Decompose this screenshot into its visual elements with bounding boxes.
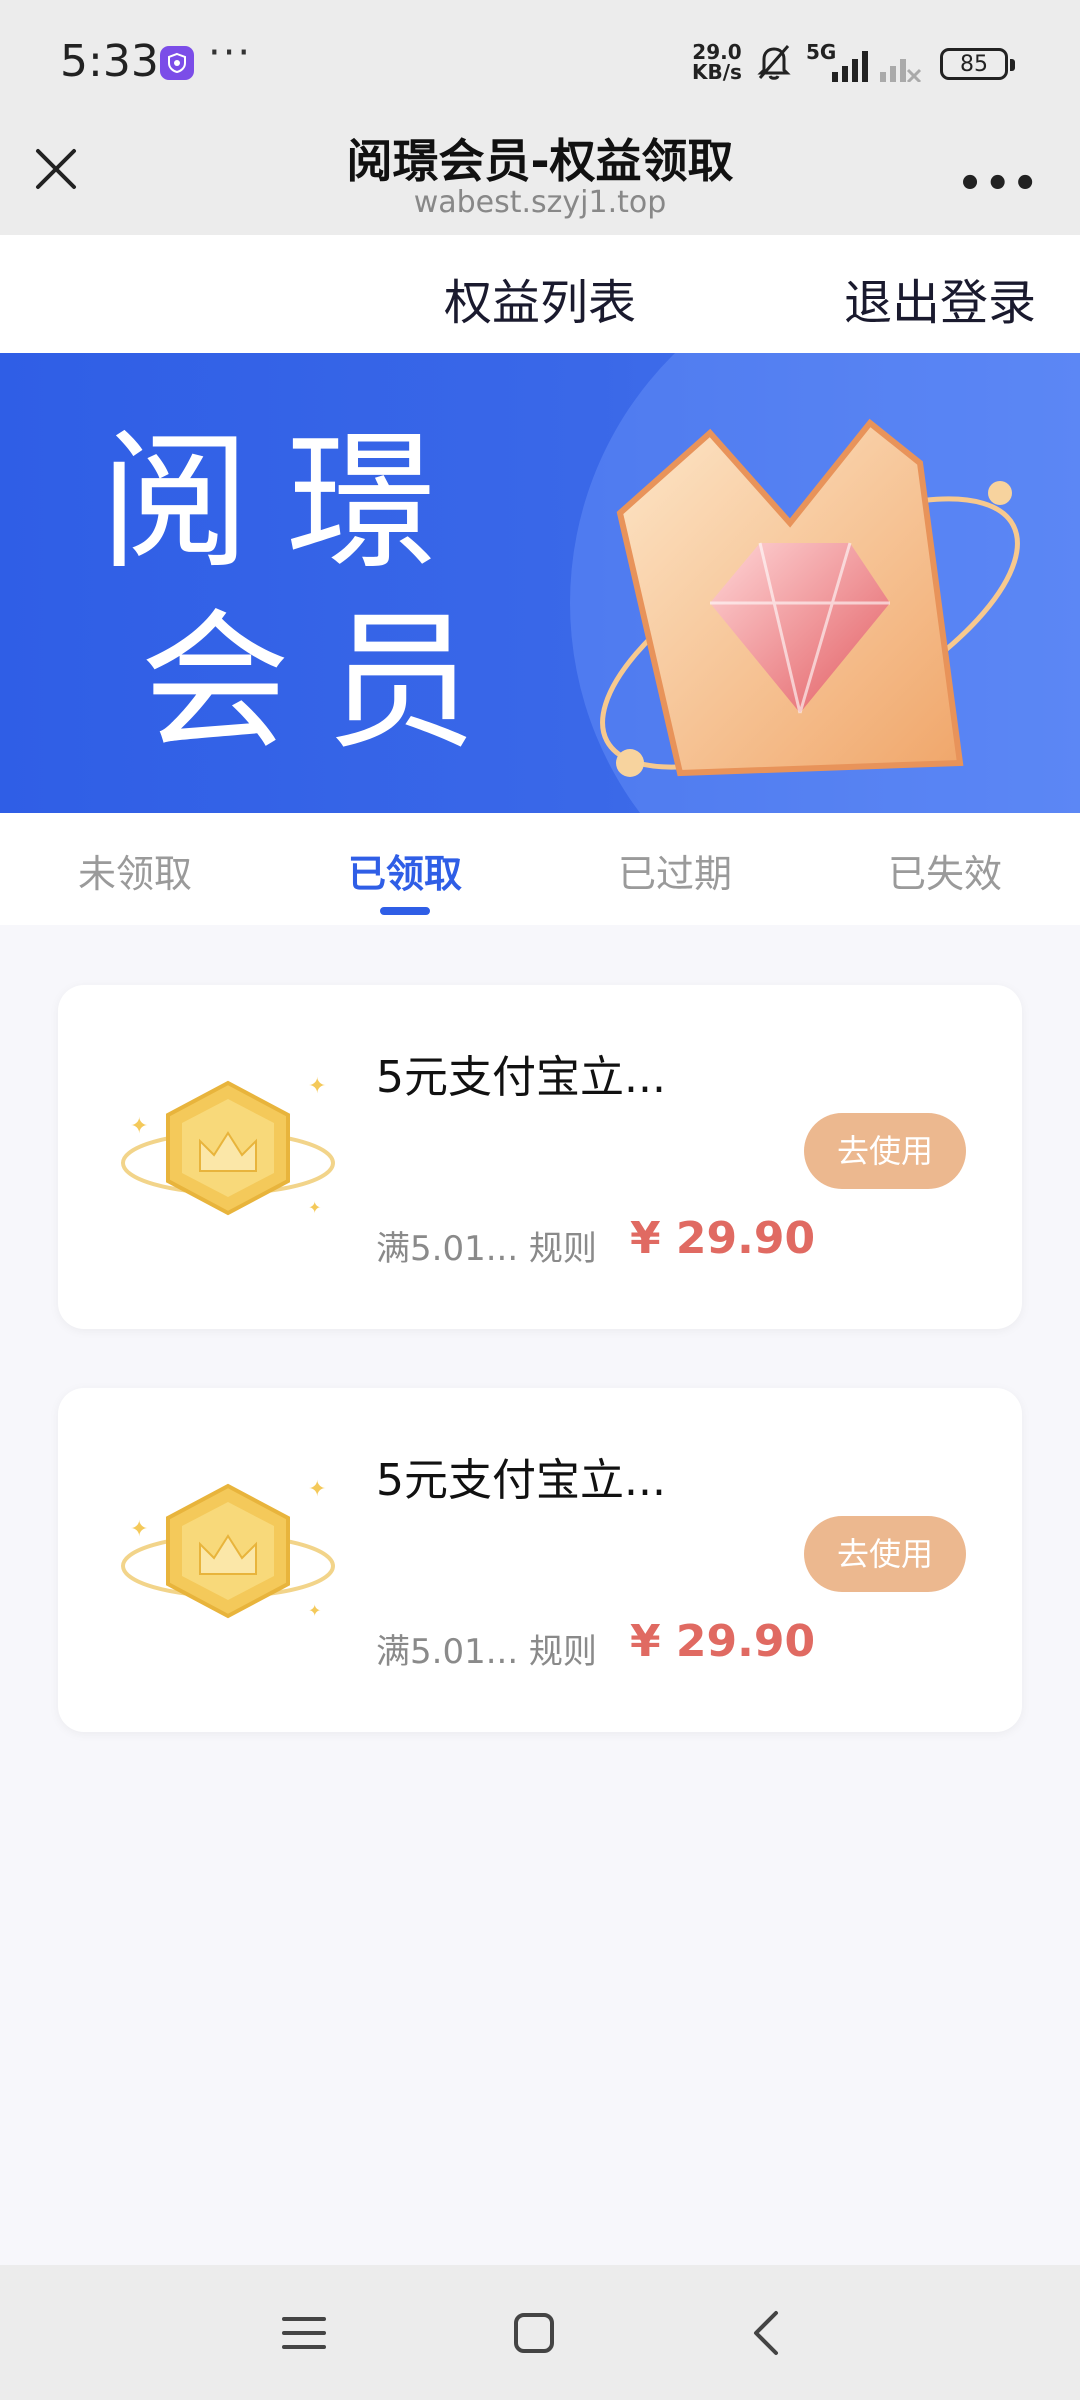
coupon-price: ¥ 29.90 (630, 1616, 816, 1667)
browser-title-bar: 阅璟会员-权益领取 wabest.szyj1.top ••• (0, 125, 1080, 235)
battery-icon: 85 (940, 48, 1015, 80)
logout-button[interactable]: 退出登录 (844, 263, 1036, 333)
banner-line-1: 阅璟 (100, 416, 473, 590)
svg-text:✦: ✦ (308, 1198, 321, 1217)
member-banner: 阅璟 会员 (0, 353, 1080, 813)
tab-claimed[interactable]: 已领取 (270, 813, 540, 925)
use-coupon-button[interactable]: 去使用 (804, 1516, 966, 1592)
crown-badge-icon: ✦ ✦ ✦ (121, 1074, 335, 1217)
banner-line-2: 会员 (140, 596, 513, 770)
tab-unclaimed[interactable]: 未领取 (0, 813, 270, 925)
benefits-list-link[interactable]: 权益列表 (444, 263, 636, 333)
tab-label: 已失效 (887, 852, 1002, 896)
coupon-card[interactable]: ✦ ✦ ✦ 5元支付宝立... 满5.01... 规则 ¥ 29.90 去使用 (58, 985, 1022, 1329)
crown-diamond-icon (600, 418, 1020, 777)
tab-label: 未领取 (77, 852, 192, 896)
battery-level: 85 (960, 51, 988, 77)
network-speed: 29.0 KB/s (692, 42, 742, 82)
speed-value: 29.0 (692, 40, 742, 64)
coupon-name: 5元支付宝立... (376, 1455, 666, 1506)
svg-text:✦: ✦ (130, 1114, 148, 1139)
signal-strength-icon (832, 51, 868, 82)
coupon-name: 5元支付宝立... (376, 1052, 666, 1103)
status-bar: 5:33 ··· 29.0 KB/s 5G 85 (0, 0, 1080, 125)
more-notifications-icon: ··· (208, 30, 253, 76)
svg-text:✦: ✦ (308, 1601, 321, 1620)
coupon-card[interactable]: ✦ ✦ ✦ 5元支付宝立... 满5.01... 规则 ¥ 29.90 去使用 (58, 1388, 1022, 1732)
svg-text:✦: ✦ (308, 1074, 326, 1099)
tab-expired[interactable]: 已过期 (540, 813, 810, 925)
banner-text: 阅璟 会员 (100, 413, 512, 773)
more-menu-icon[interactable]: ••• (957, 161, 1040, 207)
tab-label: 已领取 (347, 852, 462, 896)
coupon-rule[interactable]: 满5.01... 规则 (376, 1221, 597, 1270)
signal-secondary-icon (880, 59, 922, 82)
clock: 5:33 (60, 36, 159, 87)
home-icon[interactable] (508, 2307, 560, 2359)
crown-badge-icon: ✦ ✦ ✦ (121, 1477, 335, 1620)
bell-muted-icon (757, 45, 791, 80)
tab-invalid[interactable]: 已失效 (810, 813, 1080, 925)
app-notification-icon (160, 46, 194, 80)
coupon-status-tabs: 未领取 已领取 已过期 已失效 (0, 813, 1080, 925)
svg-text:✦: ✦ (130, 1517, 148, 1542)
speed-unit: KB/s (692, 60, 742, 84)
svg-text:✦: ✦ (308, 1477, 326, 1502)
back-icon[interactable] (742, 2307, 794, 2359)
top-nav: 权益列表 退出登录 (0, 235, 1080, 353)
coupon-rule[interactable]: 满5.01... 规则 (376, 1624, 597, 1673)
recent-apps-icon[interactable] (278, 2307, 330, 2359)
coupon-price: ¥ 29.90 (630, 1213, 816, 1264)
tab-label: 已过期 (617, 852, 732, 896)
system-navigation-bar (0, 2265, 1080, 2400)
use-coupon-button[interactable]: 去使用 (804, 1113, 966, 1189)
page-title: 阅璟会员-权益领取 (346, 134, 734, 188)
page-url: wabest.szyj1.top (413, 185, 667, 220)
active-tab-indicator (380, 907, 430, 915)
